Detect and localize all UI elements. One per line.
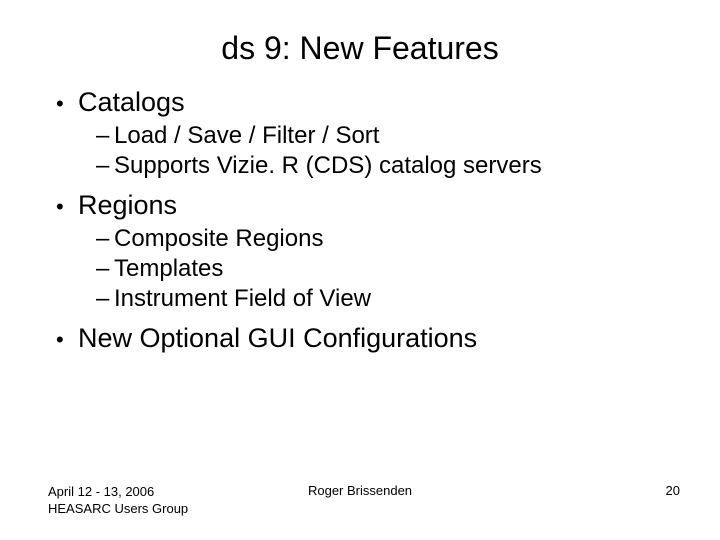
sub-item: –Composite Regions: [96, 225, 672, 253]
sub-list: –Load / Save / Filter / Sort –Supports V…: [96, 122, 672, 180]
slide-title: ds 9: New Features: [48, 30, 672, 67]
sub-item: –Supports Vizie. R (CDS) catalog servers: [96, 152, 672, 180]
bullet-label: Regions: [78, 190, 177, 221]
bullet-icon: •: [56, 329, 78, 351]
dash-icon: –: [96, 152, 114, 180]
sub-item: –Templates: [96, 255, 672, 283]
sub-label: Composite Regions: [114, 225, 323, 252]
bullet-row: • New Optional GUI Configurations: [56, 323, 672, 354]
bullet-row: • Regions: [56, 190, 672, 221]
list-item: • Catalogs –Load / Save / Filter / Sort …: [48, 87, 672, 180]
sub-item: –Instrument Field of View: [96, 285, 672, 313]
sub-label: Supports Vizie. R (CDS) catalog servers: [114, 152, 542, 179]
dash-icon: –: [96, 122, 114, 150]
footer-group: HEASARC Users Group: [48, 500, 188, 518]
dash-icon: –: [96, 225, 114, 253]
sub-label: Load / Save / Filter / Sort: [114, 122, 379, 149]
bullet-label: New Optional GUI Configurations: [78, 323, 477, 354]
bullet-row: • Catalogs: [56, 87, 672, 118]
dash-icon: –: [96, 285, 114, 313]
footer-author: Roger Brissenden: [0, 483, 720, 498]
bullet-icon: •: [56, 196, 78, 218]
sub-label: Instrument Field of View: [114, 285, 371, 312]
sub-list: –Composite Regions –Templates –Instrumen…: [96, 225, 672, 313]
sub-label: Templates: [114, 255, 223, 282]
list-item: • New Optional GUI Configurations: [48, 323, 672, 354]
dash-icon: –: [96, 255, 114, 283]
slide: ds 9: New Features • Catalogs –Load / Sa…: [0, 0, 720, 540]
sub-item: –Load / Save / Filter / Sort: [96, 122, 672, 150]
bullet-label: Catalogs: [78, 87, 185, 118]
bullet-icon: •: [56, 93, 78, 115]
bullet-list: • Catalogs –Load / Save / Filter / Sort …: [48, 87, 672, 354]
list-item: • Regions –Composite Regions –Templates …: [48, 190, 672, 313]
footer: April 12 - 13, 2006 HEASARC Users Group …: [0, 483, 720, 518]
